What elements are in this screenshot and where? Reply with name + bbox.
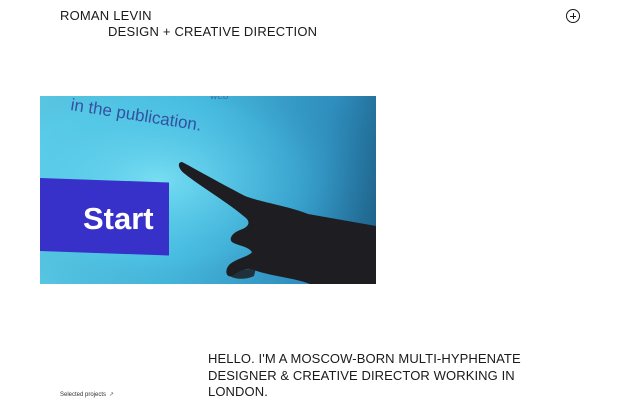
site-name[interactable]: ROMAN LEVIN — [60, 8, 152, 24]
hero-image[interactable]: in the publication. web Start — [40, 96, 376, 284]
site-tagline: DESIGN + CREATIVE DIRECTION — [108, 24, 318, 39]
selected-projects-link[interactable]: Selected projects ↗ — [60, 391, 114, 399]
screen-text-fragment: web — [209, 96, 229, 102]
screen-start-label: Start — [83, 201, 154, 236]
touchscreen-illustration: in the publication. web Start — [40, 96, 376, 284]
selected-projects-label: Selected projects — [60, 392, 107, 398]
arrow-down-icon: ↗ — [109, 392, 115, 398]
intro-text: HELLO. I'M A MOSCOW-BORN MULTI-HYPHENATE… — [208, 351, 521, 399]
plus-circle-icon[interactable] — [566, 9, 580, 23]
